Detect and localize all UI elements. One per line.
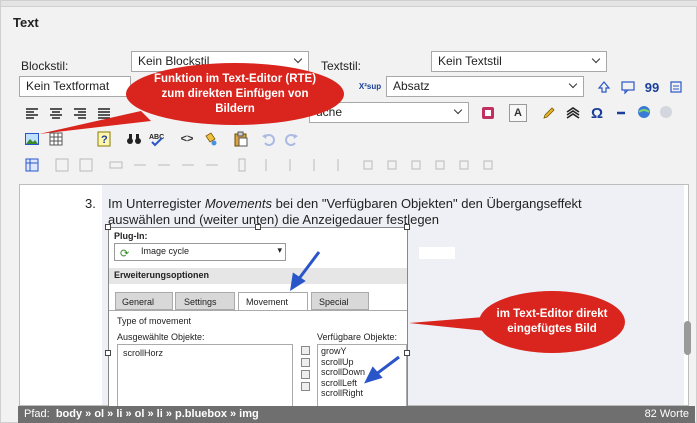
arrow-icon <box>364 355 400 384</box>
rte-panel: Text Blockstil: Kein Blockstil Textstil:… <box>0 0 697 423</box>
callout-inserted-image: im Text-Editor direkt eingefügtes Bild <box>479 291 625 353</box>
annotation-layer <box>39 111 486 384</box>
callout-pointer-rte <box>39 111 151 134</box>
callout-pointer-image <box>409 317 486 331</box>
callout-rte-image: Funktion im Text-Editor (RTE) zum direkt… <box>126 63 344 125</box>
arrow-icon <box>290 251 321 292</box>
